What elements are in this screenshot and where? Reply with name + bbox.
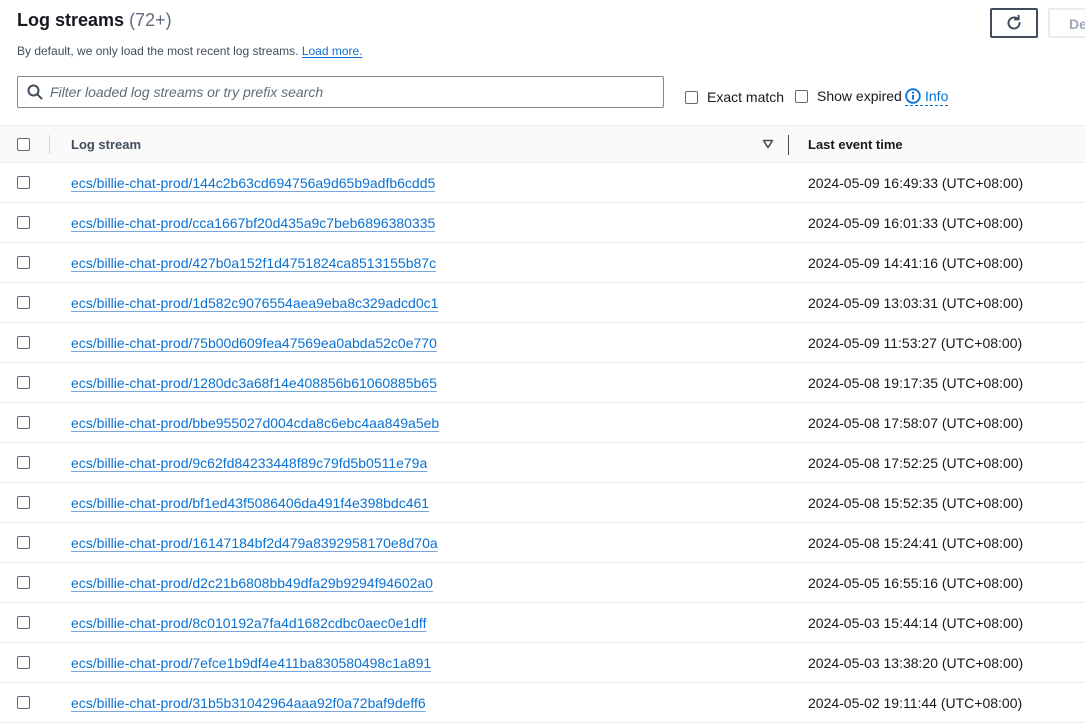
last-event-time: 2024-05-05 16:55:16 (UTC+08:00) bbox=[808, 575, 1024, 591]
table-row: ecs/billie-chat-prod/31b5b31042964aaa92f… bbox=[0, 683, 1085, 723]
last-event-time: 2024-05-08 17:52:25 (UTC+08:00) bbox=[808, 455, 1024, 471]
last-event-time: 2024-05-09 16:49:33 (UTC+08:00) bbox=[808, 175, 1024, 191]
row-checkbox[interactable] bbox=[17, 216, 30, 229]
sort-down-icon[interactable] bbox=[762, 139, 774, 149]
exact-match-option[interactable]: Exact match bbox=[685, 89, 784, 105]
show-expired-option[interactable]: Show expired bbox=[795, 88, 902, 104]
last-event-time: 2024-05-02 19:11:44 (UTC+08:00) bbox=[808, 695, 1023, 711]
show-expired-checkbox[interactable] bbox=[795, 89, 808, 103]
table-row: ecs/billie-chat-prod/d2c21b6808bb49dfa29… bbox=[0, 563, 1085, 603]
row-checkbox[interactable] bbox=[17, 456, 30, 469]
row-checkbox[interactable] bbox=[17, 576, 30, 589]
row-checkbox[interactable] bbox=[17, 536, 30, 549]
page-title: Log streams (72+) bbox=[17, 10, 172, 31]
log-stream-link[interactable]: ecs/billie-chat-prod/144c2b63cd694756a9d… bbox=[71, 175, 435, 191]
log-stream-link[interactable]: ecs/billie-chat-prod/16147184bf2d479a839… bbox=[71, 535, 438, 551]
row-checkbox[interactable] bbox=[17, 656, 30, 669]
row-checkbox[interactable] bbox=[17, 616, 30, 629]
log-stream-link[interactable]: ecs/billie-chat-prod/427b0a152f1d4751824… bbox=[71, 255, 436, 271]
row-checkbox[interactable] bbox=[17, 256, 30, 269]
select-all-checkbox[interactable] bbox=[17, 138, 30, 151]
row-checkbox[interactable] bbox=[17, 696, 30, 709]
log-streams-panel: Log streams (72+) By default, we only lo… bbox=[0, 0, 1085, 727]
table-row: ecs/billie-chat-prod/1280dc3a68f14e40885… bbox=[0, 363, 1085, 403]
load-more-link[interactable]: Load more. bbox=[302, 44, 363, 58]
row-checkbox[interactable] bbox=[17, 496, 30, 509]
table-row: ecs/billie-chat-prod/427b0a152f1d4751824… bbox=[0, 243, 1085, 283]
refresh-button[interactable] bbox=[990, 8, 1038, 38]
column-header-last-event-time[interactable]: Last event time bbox=[808, 137, 903, 152]
table-row: ecs/billie-chat-prod/16147184bf2d479a839… bbox=[0, 523, 1085, 563]
table-row: ecs/billie-chat-prod/cca1667bf20d435a9c7… bbox=[0, 203, 1085, 243]
table-row: ecs/billie-chat-prod/7efce1b9df4e411ba83… bbox=[0, 643, 1085, 683]
last-event-time: 2024-05-03 15:44:14 (UTC+08:00) bbox=[808, 615, 1024, 631]
log-stream-link[interactable]: ecs/billie-chat-prod/d2c21b6808bb49dfa29… bbox=[71, 575, 433, 591]
last-event-time: 2024-05-08 19:17:35 (UTC+08:00) bbox=[808, 375, 1024, 391]
table-row: ecs/billie-chat-prod/bbe955027d004cda8c6… bbox=[0, 403, 1085, 443]
table-row: ecs/billie-chat-prod/1d582c9076554aea9eb… bbox=[0, 283, 1085, 323]
table-body: ecs/billie-chat-prod/144c2b63cd694756a9d… bbox=[0, 163, 1085, 723]
log-stream-link[interactable]: ecs/billie-chat-prod/8c010192a7fa4d1682c… bbox=[71, 615, 426, 631]
table-row: ecs/billie-chat-prod/144c2b63cd694756a9d… bbox=[0, 163, 1085, 203]
table-row: ecs/billie-chat-prod/bf1ed43f5086406da49… bbox=[0, 483, 1085, 523]
column-divider bbox=[49, 135, 50, 154]
table-row: ecs/billie-chat-prod/8c010192a7fa4d1682c… bbox=[0, 603, 1085, 643]
log-stream-link[interactable]: ecs/billie-chat-prod/cca1667bf20d435a9c7… bbox=[71, 215, 435, 231]
row-checkbox[interactable] bbox=[17, 376, 30, 389]
last-event-time: 2024-05-09 11:53:27 (UTC+08:00) bbox=[808, 335, 1023, 351]
title-text: Log streams bbox=[17, 10, 125, 30]
refresh-icon bbox=[1007, 14, 1021, 30]
row-checkbox[interactable] bbox=[17, 176, 30, 189]
column-header-log-stream[interactable]: Log stream bbox=[71, 137, 141, 152]
exact-match-label: Exact match bbox=[707, 89, 785, 105]
panel-header: Log streams (72+) By default, we only lo… bbox=[0, 0, 1085, 125]
stream-count: (72+) bbox=[129, 10, 172, 30]
log-stream-link[interactable]: ecs/billie-chat-prod/75b00d609fea47569ea… bbox=[71, 335, 437, 351]
row-checkbox[interactable] bbox=[17, 336, 30, 349]
info-link[interactable]: Info bbox=[905, 88, 949, 106]
last-event-time: 2024-05-08 15:52:35 (UTC+08:00) bbox=[808, 495, 1024, 511]
log-stream-link[interactable]: ecs/billie-chat-prod/31b5b31042964aaa92f… bbox=[71, 695, 426, 711]
log-stream-link[interactable]: ecs/billie-chat-prod/bbe955027d004cda8c6… bbox=[71, 415, 439, 431]
log-stream-link[interactable]: ecs/billie-chat-prod/9c62fd84233448f89c7… bbox=[71, 455, 427, 471]
search-input[interactable] bbox=[50, 81, 650, 103]
exact-match-checkbox[interactable] bbox=[685, 90, 698, 104]
log-stream-link[interactable]: ecs/billie-chat-prod/7efce1b9df4e411ba83… bbox=[71, 655, 431, 671]
log-streams-table: Log stream Last event time ecs/billie-ch… bbox=[0, 125, 1085, 723]
info-label: Info bbox=[925, 88, 949, 104]
row-checkbox[interactable] bbox=[17, 296, 30, 309]
log-stream-link[interactable]: ecs/billie-chat-prod/1280dc3a68f14e40885… bbox=[71, 375, 437, 391]
delete-button[interactable]: De bbox=[1048, 8, 1085, 38]
last-event-time: 2024-05-08 17:58:07 (UTC+08:00) bbox=[808, 415, 1024, 431]
search-icon bbox=[27, 84, 43, 100]
table-row: ecs/billie-chat-prod/9c62fd84233448f89c7… bbox=[0, 443, 1085, 483]
column-resizer[interactable] bbox=[788, 135, 789, 155]
show-expired-label: Show expired bbox=[817, 88, 902, 104]
search-field[interactable] bbox=[17, 76, 664, 108]
log-stream-link[interactable]: ecs/billie-chat-prod/1d582c9076554aea9eb… bbox=[71, 295, 438, 311]
panel-description: By default, we only load the most recent… bbox=[17, 44, 363, 58]
description-text: By default, we only load the most recent… bbox=[17, 44, 299, 58]
last-event-time: 2024-05-08 15:24:41 (UTC+08:00) bbox=[808, 535, 1024, 551]
last-event-time: 2024-05-09 14:41:16 (UTC+08:00) bbox=[808, 255, 1024, 271]
info-icon bbox=[905, 88, 921, 104]
log-stream-link[interactable]: ecs/billie-chat-prod/bf1ed43f5086406da49… bbox=[71, 495, 429, 511]
table-header: Log stream Last event time bbox=[0, 125, 1085, 163]
last-event-time: 2024-05-09 13:03:31 (UTC+08:00) bbox=[808, 295, 1024, 311]
row-checkbox[interactable] bbox=[17, 416, 30, 429]
last-event-time: 2024-05-09 16:01:33 (UTC+08:00) bbox=[808, 215, 1024, 231]
last-event-time: 2024-05-03 13:38:20 (UTC+08:00) bbox=[808, 655, 1024, 671]
table-row: ecs/billie-chat-prod/75b00d609fea47569ea… bbox=[0, 323, 1085, 363]
